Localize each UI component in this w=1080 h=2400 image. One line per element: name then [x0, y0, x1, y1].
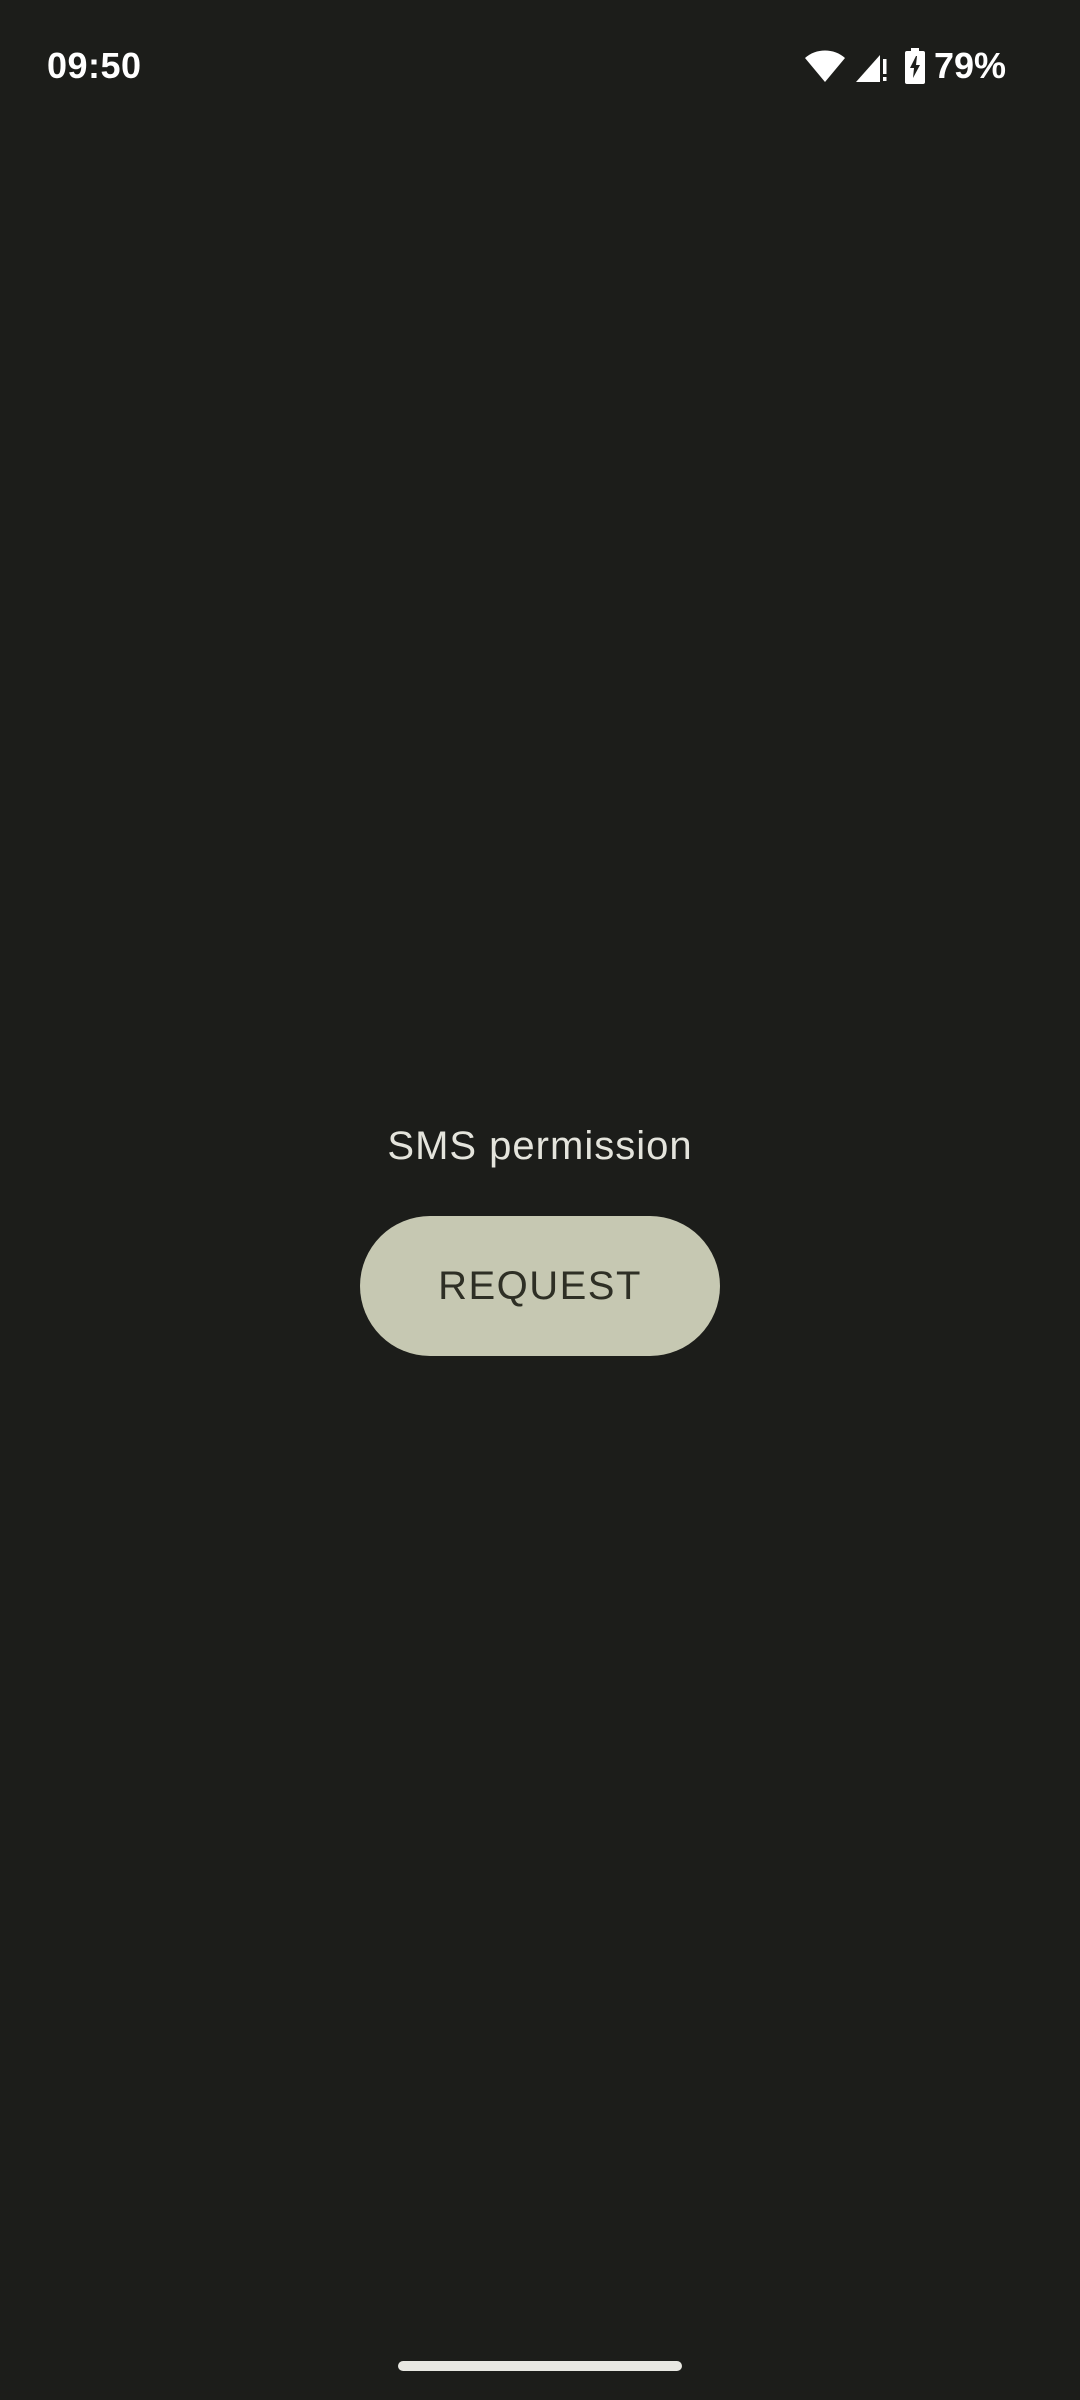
home-indicator[interactable]: [398, 2361, 682, 2371]
screen: 09:50 79% SMS permission REQUEST: [0, 0, 1080, 2400]
signal-icon: [855, 55, 887, 82]
wifi-icon: [804, 50, 845, 82]
battery-charging-icon: [904, 48, 925, 84]
sms-permission-label: SMS permission: [387, 1124, 693, 1168]
request-button[interactable]: REQUEST: [360, 1216, 720, 1356]
battery-percentage: 79%: [933, 45, 1006, 86]
request-button-label: REQUEST: [438, 1263, 642, 1308]
permission-section: SMS permission REQUEST: [0, 1118, 1080, 1356]
status-bar: 09:50 79%: [0, 0, 1080, 136]
status-time: 09:50: [47, 45, 142, 86]
status-icons: 79%: [804, 44, 1006, 88]
